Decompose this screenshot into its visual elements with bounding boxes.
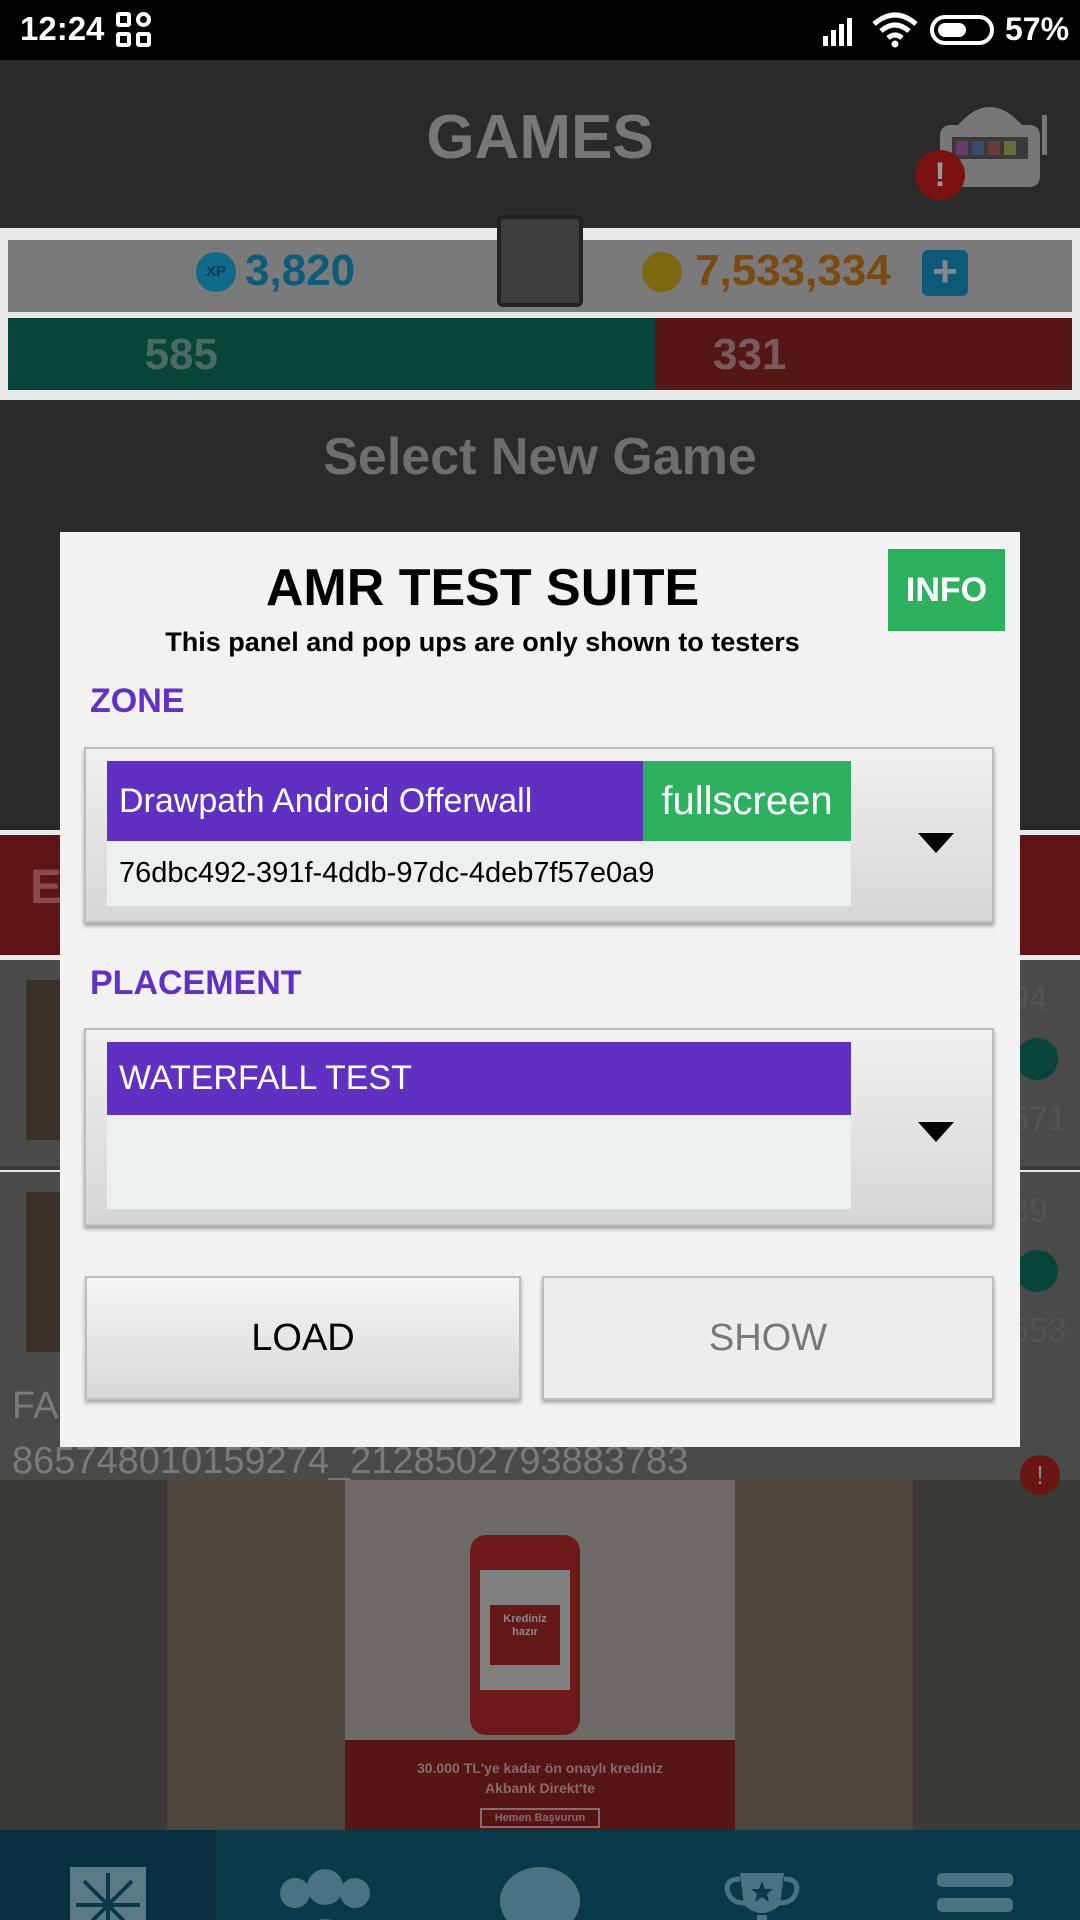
chevron-down-icon[interactable]	[918, 833, 954, 853]
load-button[interactable]: LOAD	[85, 1276, 521, 1400]
wifi-icon	[872, 12, 918, 48]
zone-label: ZONE	[90, 682, 185, 720]
app-grid-icon	[116, 12, 154, 50]
status-bar: 12:24 57%	[0, 0, 1080, 60]
status-time: 12:24	[20, 10, 105, 47]
placement-name: WATERFALL TEST	[107, 1042, 851, 1115]
placement-dropdown[interactable]: WATERFALL TEST	[84, 1028, 994, 1226]
zone-card: Drawpath Android Offerwall fullscreen 76…	[107, 761, 851, 906]
zone-dropdown[interactable]: Drawpath Android Offerwall fullscreen 76…	[84, 747, 994, 923]
battery-percent: 57%	[1005, 11, 1070, 47]
dialog-title: AMR TEST SUITE	[265, 559, 700, 617]
zone-name: Drawpath Android Offerwall	[107, 761, 643, 841]
amr-test-suite-dialog: AMR TEST SUITE This panel and pop ups ar…	[60, 532, 1020, 1447]
signal-icon	[823, 18, 852, 46]
zone-id: 76dbc492-391f-4ddb-97dc-4deb7f57e0a9	[119, 857, 655, 889]
battery-icon	[930, 15, 994, 45]
zone-type-badge: fullscreen	[643, 761, 851, 841]
info-button[interactable]: INFO	[888, 549, 1005, 631]
placement-card: WATERFALL TEST	[107, 1042, 851, 1209]
chevron-down-icon[interactable]	[918, 1122, 954, 1142]
placement-label: PLACEMENT	[90, 964, 302, 1002]
battery-level-fill	[938, 23, 966, 37]
dialog-subtitle: This panel and pop ups are only shown to…	[165, 627, 800, 657]
show-button[interactable]: SHOW	[542, 1276, 994, 1400]
